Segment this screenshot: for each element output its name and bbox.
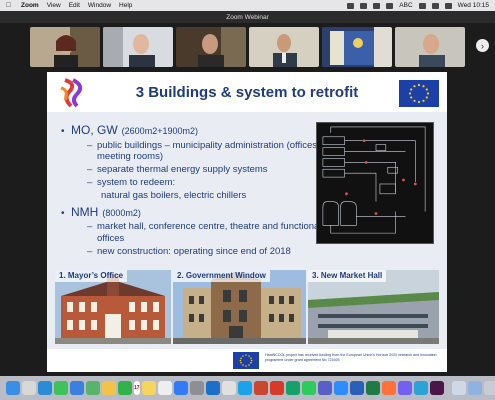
- participant-tile[interactable]: [395, 27, 465, 67]
- photo-caption: 3. New Market Hall: [308, 270, 387, 282]
- dock-safari-icon[interactable]: [38, 381, 52, 395]
- bullet-text: separate thermal energy supply systems: [97, 164, 268, 176]
- building-area: (2600m2+1900m2): [121, 126, 198, 136]
- bullet-text: system to redeem:: [97, 177, 176, 189]
- slide-title: 3 Buildings & system to retrofit: [135, 84, 359, 101]
- dock-skype-icon[interactable]: [237, 381, 252, 395]
- building-name: NMH: [71, 204, 99, 219]
- dock-powerpoint-icon[interactable]: [253, 381, 268, 395]
- heatncool-logo-icon: [60, 78, 83, 108]
- wifi-icon[interactable]: [418, 2, 426, 9]
- building-name: MO, GW: [71, 123, 118, 137]
- dropbox-icon[interactable]: [360, 2, 368, 9]
- photo-caption: 2. Government Window: [173, 270, 270, 282]
- dock-zoom-icon[interactable]: [333, 381, 348, 395]
- spotlight-search-icon[interactable]: [431, 2, 439, 9]
- participant-gallery: ›: [0, 23, 495, 70]
- dock-app-store-icon[interactable]: [173, 381, 188, 395]
- dock-notes-icon[interactable]: [141, 381, 156, 395]
- next-page-button[interactable]: ›: [476, 39, 489, 52]
- dock-mail-icon[interactable]: [70, 381, 84, 395]
- photo-new-market-hall: 3. New Market Hall: [308, 270, 439, 344]
- apple-menu-icon[interactable]: : [6, 2, 13, 9]
- participant-tile[interactable]: [249, 27, 319, 67]
- control-center-icon[interactable]: [444, 2, 452, 9]
- building-photos: 1. Mayor’s Office 2. Government Window 3…: [55, 270, 439, 344]
- keyboard-input-label[interactable]: ABC: [399, 2, 412, 9]
- participant-video: [249, 27, 319, 67]
- dock-launchpad-icon[interactable]: [22, 381, 36, 395]
- shared-slide: 3 Buildings & system to retrofit • MO, G…: [47, 72, 447, 372]
- menu-edit[interactable]: Edit: [69, 2, 80, 9]
- participant-tile[interactable]: [322, 27, 392, 67]
- section-heading: • NMH (8000m2): [61, 204, 141, 219]
- dock-slack-icon[interactable]: [429, 381, 444, 395]
- bullet-text: new construction: operating since end of…: [97, 246, 291, 258]
- photo-mayors-office: 1. Mayor’s Office: [55, 270, 171, 344]
- dock-calendar-icon[interactable]: 17: [134, 381, 140, 395]
- dock-facetime-icon[interactable]: [118, 381, 132, 395]
- bullet-text: market hall, conference centre, theatre …: [97, 221, 322, 245]
- menu-view[interactable]: View: [47, 2, 61, 9]
- dock-trash-icon[interactable]: [483, 381, 495, 395]
- photo-caption: 1. Mayor’s Office: [55, 270, 128, 282]
- participant-tile[interactable]: [30, 27, 100, 67]
- eu-flag-icon: [233, 352, 259, 369]
- dock-preview-icon[interactable]: [451, 381, 466, 395]
- dock-webex-icon[interactable]: [413, 381, 428, 395]
- dock-chrome-icon[interactable]: [221, 381, 236, 395]
- zoom-status-icon[interactable]: [347, 2, 355, 9]
- bluetooth-icon[interactable]: [373, 2, 381, 9]
- section-heading: • MO, GW (2600m2+1900m2): [61, 123, 198, 137]
- dock: 17: [0, 376, 495, 400]
- dock-outlook-icon[interactable]: [205, 381, 220, 395]
- dock-maps-icon[interactable]: [86, 381, 100, 395]
- dock-whatsapp-icon[interactable]: [301, 381, 316, 395]
- menu-bar:  Zoom View Edit Window Help ABC Wed 10:…: [0, 0, 495, 11]
- dock-grammarly-icon[interactable]: [285, 381, 300, 395]
- menu-zoom[interactable]: Zoom: [21, 2, 39, 9]
- dock-downloads-icon[interactable]: [467, 381, 482, 395]
- status-area: ABC Wed 10:15: [347, 2, 489, 9]
- bullet-point: – separate thermal energy supply systems: [87, 164, 268, 176]
- dock-viber-icon[interactable]: [397, 381, 412, 395]
- eu-flag-icon: [399, 80, 439, 107]
- bullet-text: public buildings – municipality administ…: [97, 139, 320, 163]
- building-area: (8000m2): [102, 207, 141, 218]
- photo-government-window: 2. Government Window: [173, 270, 306, 344]
- clock[interactable]: Wed 10:15: [458, 2, 489, 9]
- menu-help[interactable]: Help: [119, 2, 132, 9]
- dock-acrobat-icon[interactable]: [269, 381, 284, 395]
- participant-video: [30, 27, 100, 67]
- participant-tile[interactable]: [103, 27, 173, 67]
- participant-video: [322, 27, 392, 67]
- window-title: Zoom Webinar: [226, 13, 269, 21]
- participant-video: [395, 27, 465, 67]
- dock-reminders-icon[interactable]: [157, 381, 172, 395]
- menu-window[interactable]: Window: [88, 2, 111, 9]
- dock-firefox-icon[interactable]: [381, 381, 396, 395]
- bullet-point: – public buildings – municipality adminis…: [61, 140, 331, 164]
- dock-excel-icon[interactable]: [365, 381, 380, 395]
- participant-video: [176, 27, 246, 67]
- dock-settings-icon[interactable]: [189, 381, 204, 395]
- bullet-point: – market hall, conference centre, theatre…: [61, 221, 331, 245]
- funding-notice: HeatNCOOL project has received funding f…: [265, 353, 437, 363]
- bullet-point: – new construction: operating since end o…: [87, 246, 291, 258]
- system-schematic-diagram: [316, 122, 434, 244]
- participant-video: [103, 27, 173, 67]
- dock-messages-icon[interactable]: [54, 381, 68, 395]
- slide-body: • MO, GW (2600m2+1900m2) – public buildin…: [61, 122, 331, 258]
- dock-finder-icon[interactable]: [6, 381, 20, 395]
- slide-header: 3 Buildings & system to retrofit: [47, 72, 447, 112]
- slide-footer: HeatNCOOL project has received funding f…: [47, 349, 447, 372]
- bullet-detail: natural gas boilers, electric chillers: [101, 190, 247, 201]
- dock-word-icon[interactable]: [349, 381, 364, 395]
- window-title-bar: Zoom Webinar: [0, 11, 495, 23]
- participant-tile[interactable]: [176, 27, 246, 67]
- dock-photos-icon[interactable]: [102, 381, 116, 395]
- dock-teams-icon[interactable]: [317, 381, 332, 395]
- battery-icon[interactable]: [386, 2, 394, 9]
- bullet-point: – system to redeem:: [87, 177, 176, 189]
